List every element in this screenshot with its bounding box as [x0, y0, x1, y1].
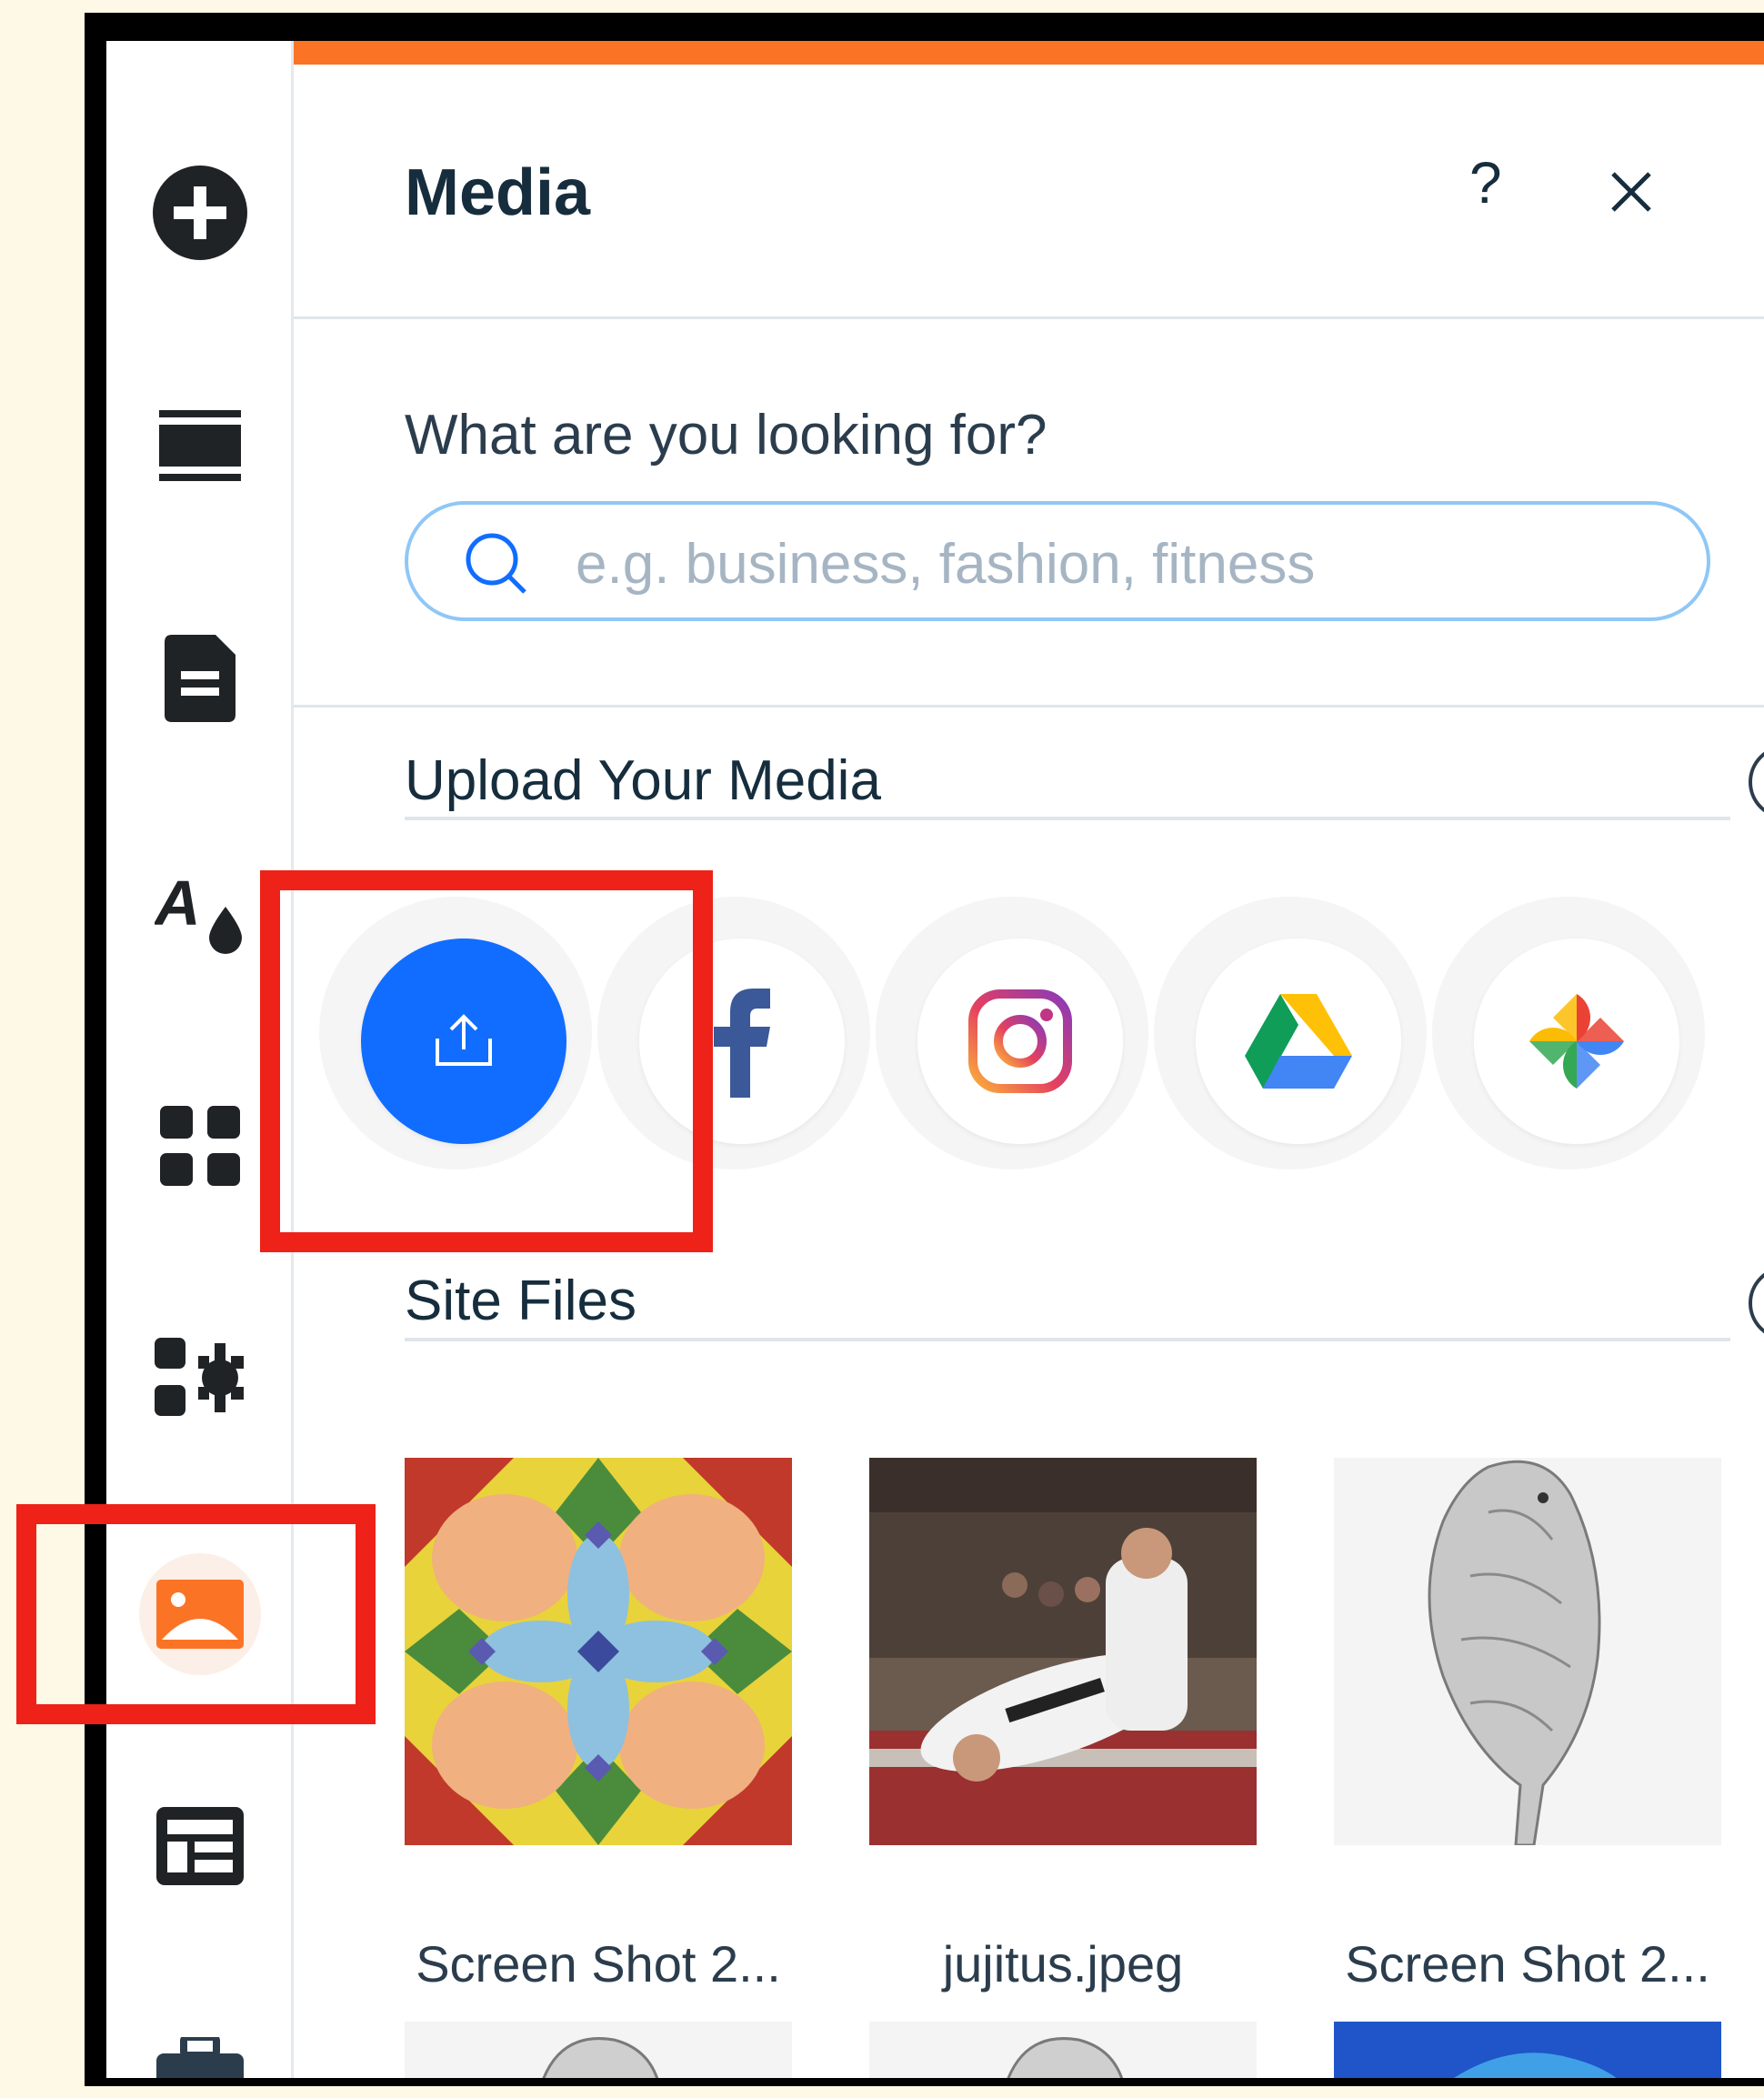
upload-info-icon[interactable]: i — [1747, 743, 1764, 821]
google-photos-icon — [1529, 994, 1624, 1089]
google-drive-source-wrap — [1154, 897, 1427, 1169]
jujitsu-photo — [869, 1458, 1257, 1845]
file-thumbnail[interactable] — [1334, 1458, 1721, 1845]
file-thumbnail[interactable] — [869, 2022, 1257, 2078]
file-thumbnail[interactable] — [1334, 2022, 1721, 2078]
instagram-button[interactable] — [917, 939, 1123, 1144]
fish-photo — [1334, 2022, 1721, 2078]
sidebar-item-business-apps[interactable] — [109, 1287, 291, 1469]
panel-header: Media ? — [294, 65, 1764, 319]
portfolio-icon — [156, 2037, 244, 2078]
stained-glass-image — [405, 1458, 792, 1845]
search-input[interactable]: e.g. business, fashion, fitness — [405, 501, 1710, 621]
sidebar-item-pages[interactable] — [109, 587, 291, 769]
bird-sketch-image — [1334, 1458, 1721, 1845]
close-icon[interactable] — [1604, 165, 1659, 219]
sidebar-item-menus[interactable] — [109, 356, 291, 537]
sidebar-item-add[interactable] — [109, 122, 291, 304]
site-files-title: Site Files — [405, 1270, 636, 1332]
panel-accent-bar — [294, 41, 1764, 65]
file-label: Screen Shot 2... — [1345, 1935, 1710, 1993]
svg-text:A: A — [155, 872, 201, 939]
google-photos-source-wrap — [1432, 897, 1705, 1169]
google-drive-icon — [1245, 994, 1352, 1089]
file-label: Screen Shot 2... — [416, 1935, 781, 1993]
instagram-source-wrap — [876, 897, 1148, 1169]
facebook-icon — [714, 989, 770, 1098]
google-photos-button[interactable] — [1474, 939, 1679, 1144]
bird-sketch-image — [405, 2022, 792, 2078]
site-files-divider — [405, 1338, 1730, 1341]
upload-section-title: Upload Your Media — [405, 749, 881, 812]
business-apps-icon — [155, 1338, 244, 1416]
add-icon — [153, 166, 247, 260]
instagram-icon — [968, 989, 1072, 1093]
sidebar-item-cms[interactable] — [109, 1755, 291, 1937]
search-placeholder: e.g. business, fashion, fitness — [576, 533, 1316, 596]
media-sidebar-highlight — [16, 1504, 376, 1724]
search-icon — [466, 533, 526, 594]
file-label: jujitus.jpeg — [942, 1935, 1184, 1993]
search-label: What are you looking for? — [405, 404, 1047, 467]
upload-divider — [405, 817, 1730, 820]
file-thumbnail[interactable] — [869, 1458, 1257, 1845]
sidebar-item-portfolio[interactable] — [109, 1987, 291, 2078]
cms-icon — [156, 1807, 244, 1885]
apps-icon — [160, 1106, 240, 1186]
file-thumbnail[interactable] — [405, 2022, 792, 2078]
menus-icon — [159, 410, 241, 481]
file-thumbnail[interactable] — [405, 1458, 792, 1845]
upload-button-highlight — [260, 870, 713, 1252]
bird-sketch-image — [869, 2022, 1257, 2078]
theme-icon: A — [155, 872, 242, 954]
google-drive-button[interactable] — [1196, 939, 1401, 1144]
site-files-info-icon[interactable]: i — [1747, 1264, 1764, 1342]
panel-title: Media — [405, 156, 591, 229]
help-button[interactable]: ? — [1469, 154, 1502, 212]
search-section: What are you looking for? e.g. business,… — [294, 319, 1764, 708]
pages-icon — [165, 635, 236, 722]
